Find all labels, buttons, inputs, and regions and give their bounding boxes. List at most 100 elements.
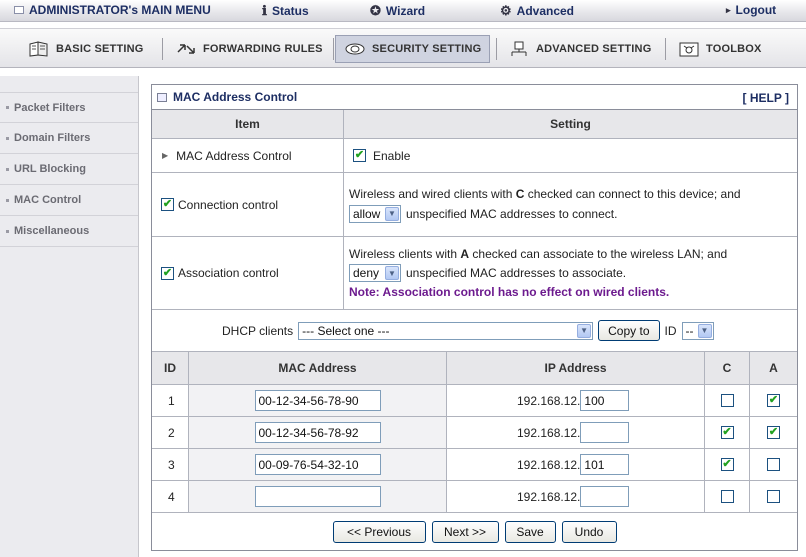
ip-suffix-input[interactable]: 101 bbox=[580, 454, 630, 475]
c-checkbox[interactable]: ✔ bbox=[720, 458, 734, 471]
logout-label: Logout bbox=[735, 3, 777, 17]
mac-cell bbox=[189, 481, 447, 512]
dhcp-clients-select[interactable]: --- Select one --- ▼ bbox=[298, 321, 594, 340]
next-button[interactable]: Next >> bbox=[431, 521, 499, 543]
tab-toolbox[interactable]: TOOLBOX bbox=[670, 35, 770, 63]
sidebar-item-miscellaneous[interactable]: Miscellaneous bbox=[0, 216, 138, 247]
a-header-label: A bbox=[769, 361, 778, 375]
association-policy-value: deny bbox=[353, 266, 380, 280]
association-text: Wireless clients with bbox=[349, 247, 458, 261]
a-checkbox[interactable] bbox=[767, 458, 780, 471]
mac-table-header-row: ID MAC Address IP Address C A bbox=[152, 352, 797, 385]
undo-button[interactable]: Undo bbox=[561, 521, 617, 543]
mac-address-control-panel: MAC Address Control [ HELP ] Item Settin… bbox=[151, 84, 798, 551]
bullet-icon bbox=[6, 106, 9, 109]
logout-link[interactable]: ▸ Logout bbox=[726, 3, 776, 17]
sidebar-item-mac-control[interactable]: MAC Control bbox=[0, 185, 138, 216]
id-select[interactable]: -- ▼ bbox=[681, 321, 714, 340]
admin-main-menu-link[interactable]: ADMINISTRATOR's MAIN MENU bbox=[14, 3, 211, 17]
connection-c-letter: C bbox=[515, 186, 525, 201]
ip-suffix-input[interactable] bbox=[580, 422, 630, 443]
bullet-icon bbox=[6, 229, 9, 233]
mac-control-row: ▶ MAC Address Control ✔ Enable bbox=[152, 139, 797, 173]
c-checkbox[interactable] bbox=[720, 394, 734, 407]
chevron-down-icon: ▼ bbox=[577, 323, 592, 338]
connection-policy-select[interactable]: allow ▼ bbox=[349, 204, 401, 223]
dhcp-clients-value: --- Select one --- bbox=[302, 323, 390, 338]
tab-basic-setting[interactable]: BASIC SETTING bbox=[20, 35, 152, 63]
logout-arrow-icon: ▸ bbox=[726, 4, 731, 15]
panel-title: MAC Address Control bbox=[173, 90, 298, 104]
mac-address-input[interactable]: 00-12-34-56-78-92 bbox=[254, 422, 381, 443]
table-row: 4 192.168.12. bbox=[152, 481, 797, 513]
panel-square-icon bbox=[157, 92, 167, 102]
enable-checkbox[interactable]: ✔ bbox=[353, 149, 366, 162]
c-checkbox[interactable]: ✔ bbox=[720, 426, 734, 439]
chevron-down-icon: ▼ bbox=[697, 323, 712, 338]
ip-prefix: 192.168.12. bbox=[517, 393, 581, 408]
a-cell bbox=[750, 449, 797, 480]
association-control-checkbox[interactable]: ✔ bbox=[161, 266, 174, 280]
mac-control-setting-cell: ✔ Enable bbox=[344, 139, 797, 172]
a-cell: ✔ bbox=[750, 385, 797, 416]
enable-label: Enable bbox=[373, 148, 411, 163]
association-a-letter: A bbox=[460, 247, 470, 261]
tab-security-setting[interactable]: SECURITY SETTING bbox=[335, 35, 491, 63]
previous-button[interactable]: << Previous bbox=[332, 521, 426, 543]
help-link[interactable]: [ HELP ] bbox=[743, 91, 789, 105]
association-policy-select[interactable]: deny ▼ bbox=[349, 264, 401, 282]
sidebar-item-label: URL Blocking bbox=[14, 163, 86, 175]
sidebar-item-domain-filters[interactable]: Domain Filters bbox=[0, 123, 138, 154]
mac-address-input[interactable] bbox=[254, 486, 381, 507]
a-cell bbox=[750, 481, 797, 512]
association-description: Wireless clients with A checked can asso… bbox=[349, 247, 727, 261]
connection-control-setting-cell: Wireless and wired clients with C checke… bbox=[344, 173, 797, 236]
a-checkbox[interactable]: ✔ bbox=[767, 426, 780, 439]
sidebar-item-label: MAC Control bbox=[14, 194, 82, 206]
a-checkbox[interactable]: ✔ bbox=[767, 394, 780, 407]
sidebar-item-packet-filters[interactable]: Packet Filters bbox=[0, 92, 138, 123]
sidebar-item-label: Domain Filters bbox=[14, 132, 91, 144]
ip-prefix: 192.168.12. bbox=[517, 457, 581, 472]
id-cell: 1 bbox=[152, 385, 189, 416]
bullet-icon bbox=[6, 167, 9, 171]
book-icon bbox=[29, 41, 48, 57]
row-id: 3 bbox=[168, 457, 175, 472]
association-control-setting-cell: Wireless clients with A checked can asso… bbox=[344, 237, 797, 309]
save-button[interactable]: Save bbox=[504, 521, 556, 543]
c-cell bbox=[705, 385, 750, 416]
ip-suffix-input[interactable] bbox=[580, 486, 630, 507]
connection-text: unspecified MAC addresses to connect. bbox=[406, 206, 618, 221]
item-column-header: Item bbox=[152, 110, 344, 138]
id-select-value: -- bbox=[685, 323, 694, 338]
sidebar-item-url-blocking[interactable]: URL Blocking bbox=[0, 154, 138, 185]
a-column-header: A bbox=[750, 352, 797, 384]
association-control-item-cell: ✔ Association control bbox=[152, 237, 344, 309]
id-label: ID bbox=[664, 323, 677, 338]
mac-address-input[interactable]: 00-09-76-54-32-10 bbox=[254, 454, 381, 475]
advanced-icon: ⚙ bbox=[500, 3, 512, 18]
main-menu-bar: BASIC SETTING FORWARDING RULES SECURITY … bbox=[0, 28, 806, 68]
sidebar: Packet Filters Domain Filters URL Blocki… bbox=[0, 76, 139, 557]
wizard-link[interactable]: ✪ Wizard bbox=[370, 3, 425, 19]
status-info-icon: ℹ bbox=[262, 3, 267, 18]
mac-cell: 00-12-34-56-78-92 bbox=[189, 417, 447, 448]
status-label: Status bbox=[271, 4, 309, 18]
mac-address-input[interactable]: 00-12-34-56-78-90 bbox=[254, 390, 381, 411]
association-select-line: deny ▼ unspecified MAC addresses to asso… bbox=[349, 264, 626, 282]
mac-column-header: MAC Address bbox=[189, 352, 447, 384]
c-cell: ✔ bbox=[705, 417, 750, 448]
tab-forwarding-rules[interactable]: FORWARDING RULES bbox=[167, 35, 331, 63]
chevron-down-icon: ▼ bbox=[385, 266, 399, 280]
ip-cell: 192.168.12. bbox=[447, 417, 705, 448]
tab-advanced-setting[interactable]: ADVANCED SETTING bbox=[500, 35, 659, 63]
dhcp-controls: DHCP clients --- Select one --- ▼ Copy t… bbox=[222, 320, 714, 341]
tab-basic-setting-label: BASIC SETTING bbox=[56, 43, 144, 55]
a-checkbox[interactable] bbox=[767, 490, 780, 503]
status-link[interactable]: ℹ Status bbox=[262, 3, 309, 19]
connection-control-checkbox[interactable]: ✔ bbox=[161, 198, 174, 211]
c-checkbox[interactable] bbox=[720, 490, 734, 503]
advanced-link[interactable]: ⚙ Advanced bbox=[500, 3, 574, 19]
ip-suffix-input[interactable]: 100 bbox=[580, 390, 630, 411]
copy-to-button[interactable]: Copy to bbox=[598, 320, 660, 341]
